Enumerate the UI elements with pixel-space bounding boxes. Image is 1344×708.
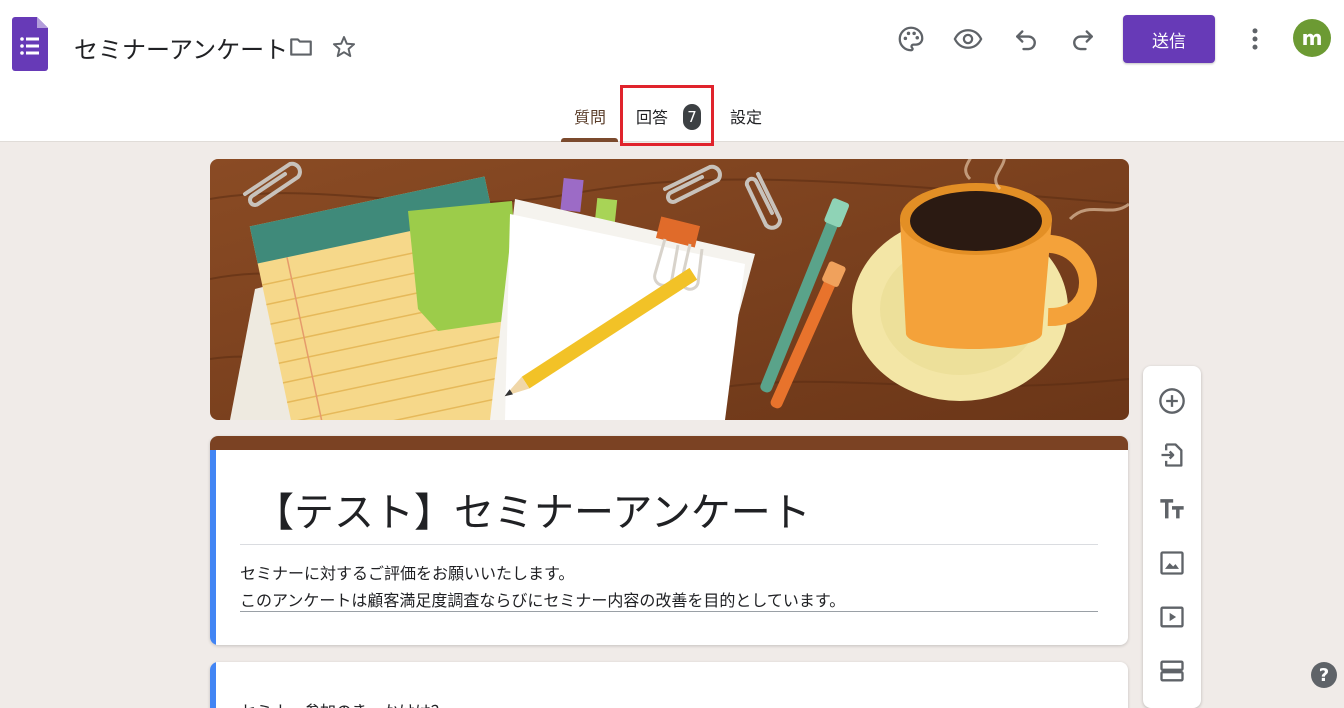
forms-logo-icon[interactable] — [12, 17, 48, 71]
star-icon[interactable] — [331, 34, 357, 60]
document-title[interactable]: セミナーアンケート — [74, 30, 288, 65]
undo-icon[interactable] — [1011, 24, 1041, 54]
description-underline — [240, 611, 1098, 612]
form-title[interactable]: 【テスト】セミナーアンケート — [254, 480, 811, 538]
add-title-icon[interactable] — [1157, 494, 1187, 524]
active-tab-indicator — [561, 138, 618, 142]
form-description-line-2: このアンケートは顧客満足度調査ならびにセミナー内容の改善を目的としています。 — [240, 591, 846, 610]
more-vert-icon[interactable] — [1240, 24, 1270, 54]
tab-questions[interactable]: 質問 — [574, 104, 606, 128]
title-divider — [240, 544, 1098, 545]
theme-color-band — [210, 436, 1128, 450]
account-avatar[interactable]: m — [1293, 19, 1331, 57]
question-card-indicator — [210, 662, 216, 708]
add-image-icon[interactable] — [1157, 548, 1187, 578]
form-description-line-1: セミナーに対するご評価をお願いいたします。 — [240, 564, 575, 583]
send-button[interactable]: 送信 — [1123, 15, 1215, 63]
add-video-icon[interactable] — [1157, 602, 1187, 632]
redo-icon[interactable] — [1068, 24, 1098, 54]
highlight-annotation-box — [620, 85, 714, 146]
add-section-icon[interactable] — [1157, 656, 1187, 686]
app-header: セミナーアンケート 送信 m 質問 回答 7 設定 — [0, 0, 1344, 146]
add-question-icon[interactable] — [1157, 386, 1187, 416]
header-banner-image — [210, 159, 1129, 420]
form-description[interactable]: セミナーに対するご評価をお願いいたします。 このアンケートは顧客満足度調査ならび… — [240, 560, 845, 614]
folder-icon[interactable] — [288, 34, 314, 60]
help-icon[interactable]: ? — [1311, 662, 1337, 688]
form-title-card[interactable]: 【テスト】セミナーアンケート セミナーに対するご評価をお願いいたします。 このア… — [210, 436, 1128, 645]
question-title[interactable]: セミナー参加のきっかけは？ — [240, 698, 447, 708]
active-card-indicator — [210, 450, 216, 645]
floating-toolbar — [1143, 366, 1201, 708]
preview-eye-icon[interactable] — [953, 24, 983, 54]
tab-settings[interactable]: 設定 — [730, 104, 762, 128]
palette-icon[interactable] — [896, 24, 926, 54]
question-card[interactable]: セミナー参加のきっかけは？ — [210, 662, 1128, 708]
import-questions-icon[interactable] — [1157, 440, 1187, 470]
